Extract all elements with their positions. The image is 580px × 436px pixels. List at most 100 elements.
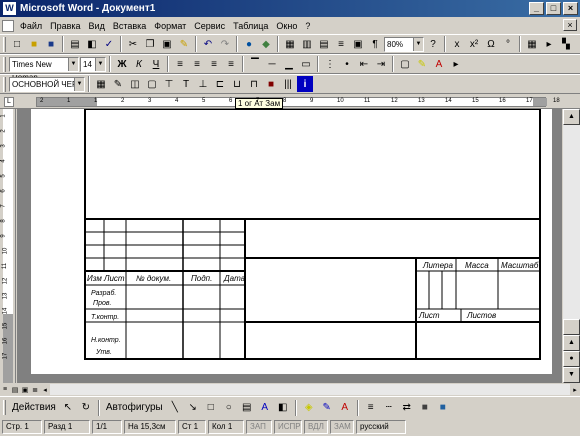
minimize-button[interactable]: _: [529, 2, 544, 15]
save-icon[interactable]: ■: [43, 36, 59, 52]
print-icon[interactable]: ▤: [67, 36, 83, 52]
actions-menu[interactable]: Действия: [10, 400, 58, 416]
select-browse-object[interactable]: ●: [563, 351, 580, 367]
clipart-icon[interactable]: ◧: [275, 400, 291, 416]
wordart-icon[interactable]: A: [257, 400, 273, 416]
spelling-icon[interactable]: ✓: [101, 36, 117, 52]
close-button[interactable]: ×: [563, 2, 578, 15]
outline-view-icon[interactable]: ≣: [30, 384, 40, 395]
book-icon[interactable]: ■: [263, 76, 279, 92]
vertical-ruler[interactable]: 1 2 3 4 5 6 7 8 9 10 11 12 13 14 15 16 17: [0, 109, 16, 383]
align-left-icon[interactable]: ≡: [172, 56, 188, 72]
arrow-style-icon[interactable]: ⇄: [399, 400, 415, 416]
shadow-icon[interactable]: ■: [417, 400, 433, 416]
font-color-2-icon[interactable]: A: [337, 400, 353, 416]
next-page-button[interactable]: ▼: [563, 367, 580, 383]
menu-tools[interactable]: Сервис: [190, 21, 229, 31]
open-folder-icon[interactable]: ■: [26, 36, 42, 52]
subscript-icon[interactable]: x: [449, 36, 465, 52]
menu-format[interactable]: Формат: [150, 21, 190, 31]
3d-icon[interactable]: ■: [435, 400, 451, 416]
decrease-indent-icon[interactable]: ⇤: [356, 56, 372, 72]
frame-icon[interactable]: ▢: [144, 76, 160, 92]
copy-icon[interactable]: ❐: [142, 36, 158, 52]
paste-icon[interactable]: ▣: [159, 36, 175, 52]
prev-page-button[interactable]: ▲: [563, 335, 580, 351]
toolbar-options-icon[interactable]: ▸: [541, 36, 557, 52]
clipboard-icon[interactable]: ▦: [524, 36, 540, 52]
menu-table[interactable]: Таблица: [229, 21, 272, 31]
outside-border-icon[interactable]: ▢: [397, 56, 413, 72]
drawing-icon[interactable]: ≡: [333, 36, 349, 52]
columns-bars-icon[interactable]: |||: [280, 76, 296, 92]
line-icon[interactable]: ╲: [167, 400, 183, 416]
undo-icon[interactable]: ↶: [200, 36, 216, 52]
scroll-up-arrow[interactable]: ▲: [563, 109, 580, 125]
bold-icon[interactable]: Ж: [114, 56, 130, 72]
split-cells-icon[interactable]: ⊔: [229, 76, 245, 92]
menu-help[interactable]: ?: [301, 21, 314, 31]
font-combo[interactable]: Times New Roman▼: [9, 56, 79, 82]
highlight-icon[interactable]: ✎: [414, 56, 430, 72]
zoom-combo[interactable]: 80% ▼: [384, 36, 424, 52]
scroll-thumb[interactable]: [563, 319, 580, 335]
font-color-icon[interactable]: A: [431, 56, 447, 72]
maximize-button[interactable]: □: [546, 2, 561, 15]
insert-excel-icon[interactable]: ▥: [299, 36, 315, 52]
font-size-combo[interactable]: 14 ▼: [80, 56, 106, 72]
merge-cells-icon[interactable]: ⊏: [212, 76, 228, 92]
document-icon[interactable]: [2, 19, 14, 32]
horizontal-ruler[interactable]: L 1 ог Ат Зам 2 1 1 2 3 4 5 6 7 8 9 10 11 12 13 14 15 16 1…: [0, 95, 580, 109]
distribute-rows-icon[interactable]: ⊓: [246, 76, 262, 92]
menu-insert[interactable]: Вставка: [109, 21, 150, 31]
cell-align-icon[interactable]: ⊥: [195, 76, 211, 92]
style-combo[interactable]: ОСНОВНОЙ ЧЕР ▼: [9, 76, 85, 92]
autoshapes-menu[interactable]: Автофигуры: [104, 400, 165, 416]
increase-indent-icon[interactable]: ⇥: [373, 56, 389, 72]
insert-hyperlink-icon[interactable]: ●: [241, 36, 257, 52]
textbox-icon[interactable]: ▤: [239, 400, 255, 416]
align-right-icon[interactable]: ≡: [206, 56, 222, 72]
select-objects-icon[interactable]: ↖: [60, 400, 76, 416]
border-all-icon[interactable]: ▭: [298, 56, 314, 72]
vertical-scrollbar[interactable]: ▲ ▲ ● ▼: [563, 109, 580, 383]
new-document-icon[interactable]: □: [9, 36, 25, 52]
document-map-icon[interactable]: ▣: [350, 36, 366, 52]
horizontal-scrollbar[interactable]: ≡ ▤ ▣ ≣ ◂ ▸: [0, 383, 580, 396]
line-color-icon[interactable]: ✎: [319, 400, 335, 416]
web-view-icon[interactable]: ▤: [10, 384, 20, 395]
menu-window[interactable]: Окно: [272, 21, 301, 31]
line-style-2-icon[interactable]: ≡: [363, 400, 379, 416]
insert-table-icon[interactable]: ▦: [282, 36, 298, 52]
info-icon[interactable]: i: [297, 76, 313, 92]
office-assistant-icon[interactable]: ?: [425, 36, 441, 52]
status-ovr[interactable]: ЗАМ: [330, 420, 354, 434]
menu-edit[interactable]: Правка: [46, 21, 84, 31]
dash-style-icon[interactable]: ┄: [381, 400, 397, 416]
bullets-icon[interactable]: •: [339, 56, 355, 72]
document-close-button[interactable]: ×: [563, 19, 577, 31]
numbering-icon[interactable]: ⋮: [322, 56, 338, 72]
print-preview-icon[interactable]: ◧: [84, 36, 100, 52]
redo-icon[interactable]: ↷: [217, 36, 233, 52]
border-top-icon[interactable]: ▔: [247, 56, 263, 72]
justify-icon[interactable]: ≡: [223, 56, 239, 72]
eraser-icon[interactable]: ◫: [127, 76, 143, 92]
table-grid-icon[interactable]: ▦: [93, 76, 109, 92]
status-ext[interactable]: ВДЛ: [304, 420, 328, 434]
tab-selector[interactable]: L: [4, 97, 14, 107]
show-hide-icon[interactable]: ¶: [367, 36, 383, 52]
rectangle-icon[interactable]: □: [203, 400, 219, 416]
border-bottom-icon[interactable]: ▁: [281, 56, 297, 72]
superscript-icon[interactable]: x²: [466, 36, 482, 52]
fill-color-icon[interactable]: ◈: [301, 400, 317, 416]
menu-file[interactable]: Файл: [16, 21, 46, 31]
page-view-icon[interactable]: ▣: [20, 384, 30, 395]
symbol-omega-icon[interactable]: Ω: [483, 36, 499, 52]
free-rotate-icon[interactable]: ↻: [78, 400, 94, 416]
status-trk[interactable]: ИСПР: [274, 420, 302, 434]
arrow-icon[interactable]: ↘: [185, 400, 201, 416]
insert-text-icon[interactable]: T: [178, 76, 194, 92]
document-page[interactable]: Изм Лист № докум. Подп. Дата Разраб. Про…: [31, 108, 552, 374]
italic-icon[interactable]: К: [131, 56, 147, 72]
